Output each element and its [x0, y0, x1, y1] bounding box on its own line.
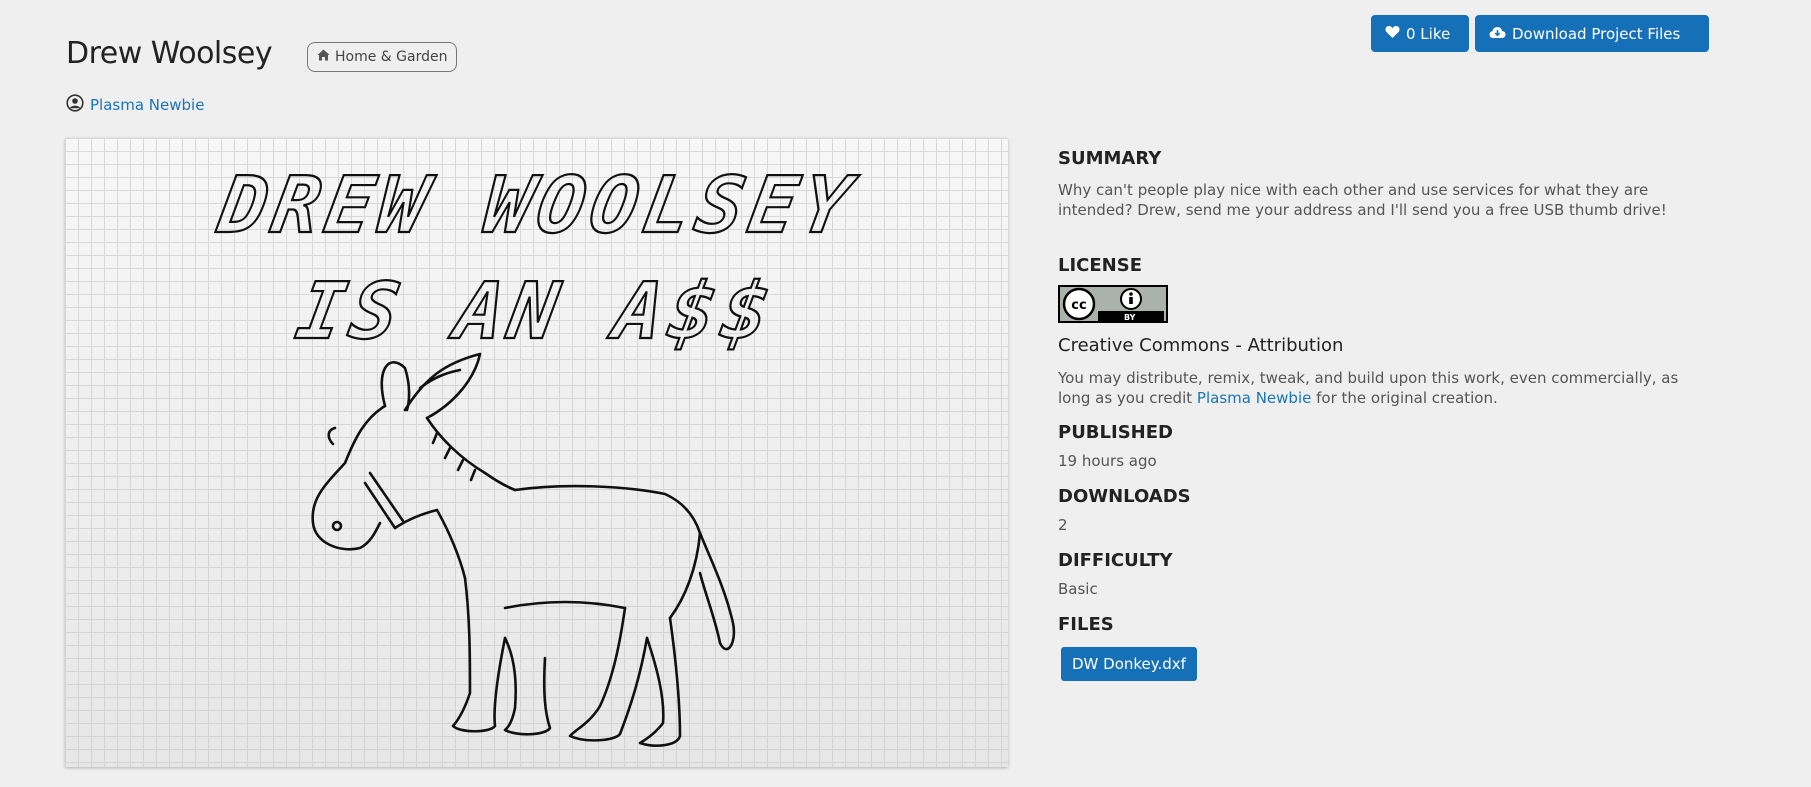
file-download-button[interactable]: DW Donkey.dxf — [1061, 647, 1197, 681]
difficulty-heading: DIFFICULTY — [1058, 550, 1173, 571]
download-project-files-button[interactable]: Download Project Files — [1475, 15, 1709, 52]
license-text-after: for the original creation. — [1316, 389, 1498, 407]
downloads-heading: DOWNLOADS — [1058, 486, 1191, 507]
download-label: Download Project Files — [1512, 24, 1681, 43]
donkey-artwork: DREW WOOLSEY IS AN A$$ — [210, 158, 865, 747]
difficulty-value: Basic — [1058, 580, 1098, 598]
published-value: 19 hours ago — [1058, 452, 1157, 470]
license-heading: LICENSE — [1058, 255, 1142, 276]
author-link[interactable]: Plasma Newbie — [90, 96, 204, 114]
category-badge[interactable]: Home & Garden — [307, 42, 458, 72]
summary-text: Why can't people play nice with each oth… — [1058, 181, 1667, 219]
home-icon — [317, 49, 330, 65]
files-heading: FILES — [1058, 614, 1114, 635]
cc-badge-text: BY — [1124, 313, 1136, 322]
creative-commons-icon: cc — [1060, 287, 1166, 321]
license-author-link[interactable]: Plasma Newbie — [1197, 389, 1311, 407]
project-image[interactable]: DREW WOOLSEY IS AN A$$ — [65, 138, 1008, 767]
published-heading: PUBLISHED — [1058, 422, 1173, 443]
heart-icon — [1385, 25, 1400, 43]
image-text-line1: DREW WOOLSEY — [211, 160, 864, 251]
page-title: Drew Woolsey — [66, 36, 273, 71]
svg-text:cc: cc — [1071, 298, 1086, 313]
summary-heading: SUMMARY — [1058, 148, 1162, 169]
downloads-value: 2 — [1058, 516, 1068, 534]
license-name: Creative Commons - Attribution — [1058, 335, 1344, 356]
category-label: Home & Garden — [335, 49, 448, 65]
like-button[interactable]: 0 Like — [1371, 15, 1469, 52]
cc-by-badge[interactable]: cc BY — [1058, 285, 1168, 323]
like-label: 0 Like — [1406, 24, 1451, 43]
donkey-drawing — [311, 352, 736, 747]
cloud-download-icon — [1489, 25, 1506, 43]
user-circle-icon — [66, 94, 84, 116]
license-description: You may distribute, remix, tweak, and bu… — [1058, 368, 1698, 408]
image-text-line2: IS AN A$$ — [290, 266, 783, 357]
author-line: Plasma Newbie — [66, 94, 204, 116]
